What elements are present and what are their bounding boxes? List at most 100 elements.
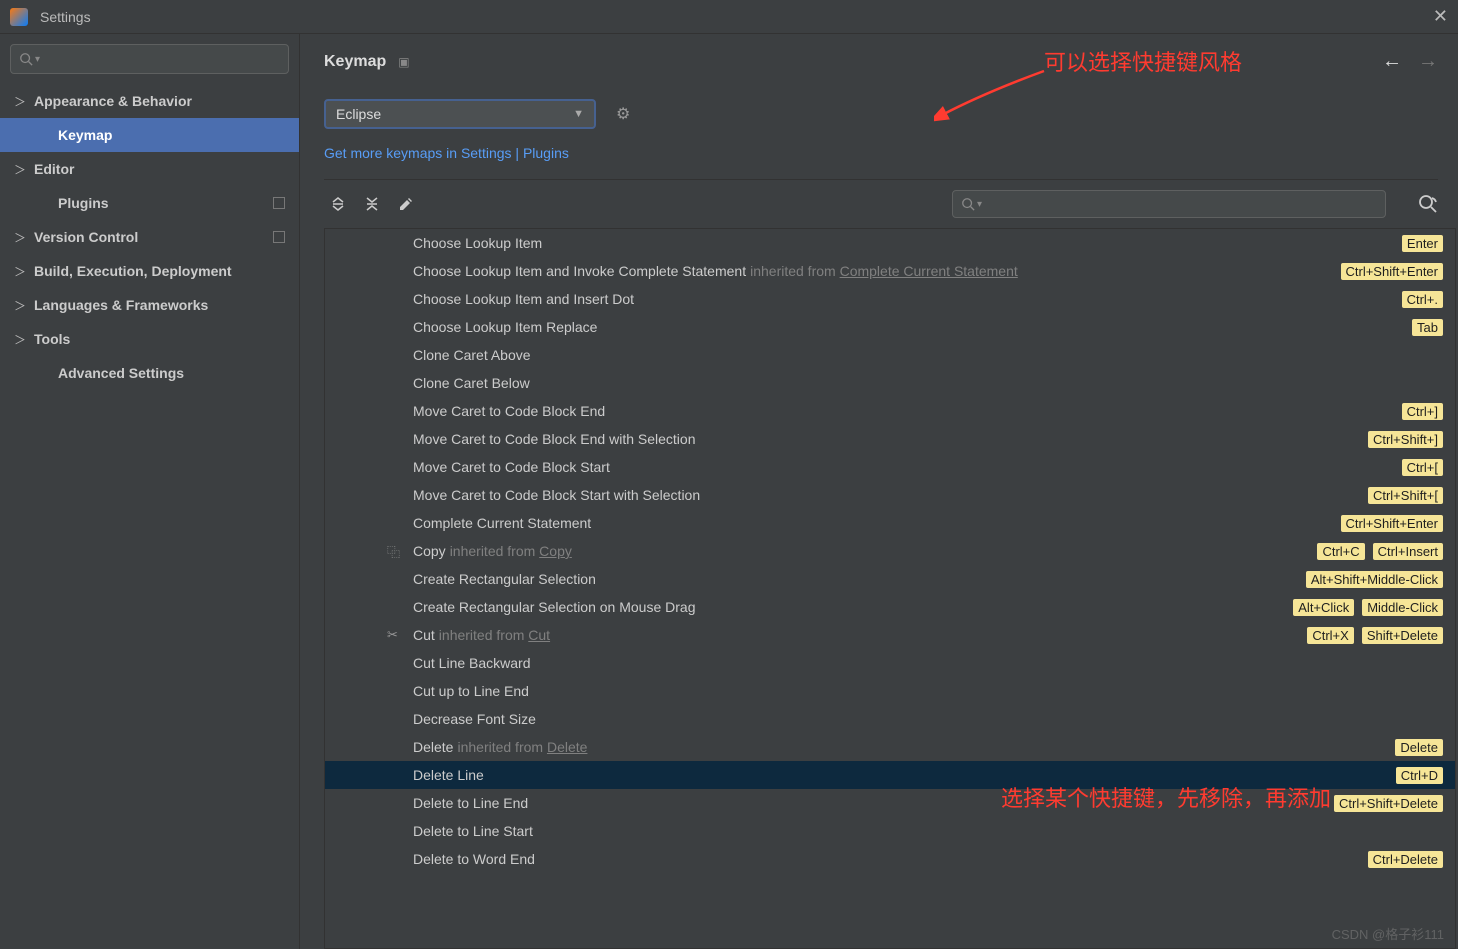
- action-row[interactable]: Cut up to Line End: [325, 677, 1455, 705]
- action-row[interactable]: Choose Lookup ItemEnter: [325, 229, 1455, 257]
- action-label: Create Rectangular Selection: [413, 571, 596, 587]
- shortcut-badge: Enter: [1402, 235, 1443, 252]
- shortcut-container: Ctrl+D: [1396, 767, 1443, 784]
- shortcut-badge: Ctrl+]: [1402, 403, 1443, 420]
- shortcut-badge: Ctrl+Shift+Delete: [1334, 795, 1443, 812]
- action-row[interactable]: Move Caret to Code Block Start with Sele…: [325, 481, 1455, 509]
- action-row[interactable]: ⿻Copy inherited from CopyCtrl+CCtrl+Inse…: [325, 537, 1455, 565]
- expand-all-icon[interactable]: [330, 196, 346, 212]
- nav-arrows: ← →: [1382, 50, 1438, 73]
- shortcut-badge: Ctrl+Shift+Enter: [1341, 263, 1444, 280]
- chevron-right-icon: ＞: [14, 297, 24, 314]
- shortcut-container: Ctrl+CCtrl+Insert: [1317, 543, 1443, 560]
- chevron-right-icon: ＞: [14, 229, 24, 246]
- action-row[interactable]: Clone Caret Below: [325, 369, 1455, 397]
- sidebar-item-version-control[interactable]: ＞ Version Control: [0, 220, 299, 254]
- action-row[interactable]: Delete to Word End Ctrl+Delete: [325, 845, 1455, 873]
- action-row[interactable]: Choose Lookup Item and Invoke Complete S…: [325, 257, 1455, 285]
- sidebar-item-advanced-settings[interactable]: Advanced Settings: [0, 356, 299, 390]
- shortcut-badge: Ctrl+.: [1402, 291, 1443, 308]
- shortcut-container: Ctrl+Shift+[: [1368, 487, 1443, 504]
- action-search-input[interactable]: ▾: [952, 190, 1386, 218]
- reset-icon[interactable]: ▣: [398, 55, 409, 69]
- action-label: Delete Line: [413, 767, 484, 783]
- action-row[interactable]: Move Caret to Code Block StartCtrl+[: [325, 453, 1455, 481]
- sidebar-item-keymap[interactable]: Keymap: [0, 118, 299, 152]
- shortcut-container: Ctrl+Delete: [1368, 851, 1443, 868]
- sidebar-item-build-execution-deployment[interactable]: ＞Build, Execution, Deployment: [0, 254, 299, 288]
- action-row[interactable]: Choose Lookup Item and Insert Dot Ctrl+.: [325, 285, 1455, 313]
- action-row[interactable]: Move Caret to Code Block End with Select…: [325, 425, 1455, 453]
- edit-icon[interactable]: [398, 196, 414, 212]
- watermark: CSDN @格子衫111: [1332, 924, 1444, 943]
- sidebar-item-label: Advanced Settings: [58, 365, 285, 381]
- shortcut-container: Tab: [1412, 319, 1443, 336]
- action-label: Cut up to Line End: [413, 683, 529, 699]
- action-row[interactable]: Create Rectangular Selection on Mouse Dr…: [325, 593, 1455, 621]
- collapse-all-icon[interactable]: [364, 196, 380, 212]
- shortcut-container: Ctrl+Shift+Enter: [1341, 515, 1444, 532]
- action-row[interactable]: Cut Line Backward: [325, 649, 1455, 677]
- shortcut-container: Alt+Shift+Middle-Click: [1306, 571, 1443, 588]
- action-row[interactable]: Delete to Line End Ctrl+Shift+Delete: [325, 789, 1455, 817]
- more-keymaps-link[interactable]: Get more keymaps in Settings | Plugins: [324, 145, 1458, 161]
- action-label: Decrease Font Size: [413, 711, 536, 727]
- titlebar: Settings ✕: [0, 0, 1458, 34]
- inherited-label: inherited from Complete Current Statemen…: [750, 263, 1018, 279]
- shortcut-container: Alt+ClickMiddle-Click: [1293, 599, 1443, 616]
- sidebar-item-label: Build, Execution, Deployment: [34, 263, 285, 279]
- sidebar-item-editor[interactable]: ＞Editor: [0, 152, 299, 186]
- keymap-dropdown[interactable]: Eclipse ▼: [324, 99, 596, 129]
- chevron-right-icon: ＞: [14, 161, 24, 178]
- shortcut-badge: Ctrl+X: [1307, 627, 1353, 644]
- action-label: Copy: [413, 543, 446, 559]
- action-row[interactable]: Decrease Font Size: [325, 705, 1455, 733]
- copy-icon: ⿻: [387, 542, 400, 561]
- sidebar-item-languages-frameworks[interactable]: ＞Languages & Frameworks: [0, 288, 299, 322]
- action-list[interactable]: Choose Lookup ItemEnter Choose Lookup Ite…: [324, 228, 1456, 949]
- action-row[interactable]: ✂Cut inherited from CutCtrl+XShift+Delet…: [325, 621, 1455, 649]
- shortcut-container: Ctrl+Shift+]: [1368, 431, 1443, 448]
- cut-icon: ✂: [387, 627, 398, 643]
- shortcut-container: Delete: [1395, 739, 1443, 756]
- action-row[interactable]: Delete Line Ctrl+D: [325, 761, 1455, 789]
- action-row[interactable]: Choose Lookup Item ReplaceTab: [325, 313, 1455, 341]
- shortcut-container: Ctrl+[: [1402, 459, 1443, 476]
- sidebar-search-input[interactable]: ▾: [10, 44, 289, 74]
- action-label: Delete to Line Start: [413, 823, 533, 839]
- action-row[interactable]: Clone Caret Above: [325, 341, 1455, 369]
- action-row[interactable]: Move Caret to Code Block End Ctrl+]: [325, 397, 1455, 425]
- sidebar-item-plugins[interactable]: Plugins: [0, 186, 299, 220]
- action-label: Move Caret to Code Block End: [413, 403, 605, 419]
- modified-indicator-icon: [273, 231, 285, 243]
- sidebar: ▾ ＞Appearance & BehaviorKeymap＞EditorPlu…: [0, 34, 300, 949]
- find-shortcut-icon[interactable]: [1418, 194, 1438, 214]
- sidebar-item-tools[interactable]: ＞Tools: [0, 322, 299, 356]
- action-row[interactable]: Delete inherited from DeleteDelete: [325, 733, 1455, 761]
- sidebar-item-appearance-behavior[interactable]: ＞Appearance & Behavior: [0, 84, 299, 118]
- action-label: Delete to Line End: [413, 795, 528, 811]
- shortcut-badge: Ctrl+Shift+Enter: [1341, 515, 1444, 532]
- toolbar: ▾: [324, 180, 1458, 228]
- action-label: Choose Lookup Item and Invoke Complete S…: [413, 263, 746, 279]
- shortcut-container: Enter: [1402, 235, 1443, 252]
- nav-forward-icon: →: [1418, 50, 1438, 73]
- action-label: Delete to Word End: [413, 851, 535, 867]
- action-label: Choose Lookup Item and Insert Dot: [413, 291, 634, 307]
- close-icon[interactable]: ✕: [1433, 6, 1448, 27]
- action-row[interactable]: Delete to Line Start: [325, 817, 1455, 845]
- chevron-right-icon: ＞: [14, 331, 24, 348]
- inherited-label: inherited from Cut: [439, 627, 550, 643]
- gear-icon[interactable]: ⚙: [616, 104, 630, 124]
- action-label: Clone Caret Above: [413, 347, 531, 363]
- nav-back-icon[interactable]: ←: [1382, 50, 1402, 73]
- sidebar-item-label: Version Control: [34, 229, 273, 245]
- shortcut-container: Ctrl+Shift+Enter: [1341, 263, 1444, 280]
- sidebar-item-label: Appearance & Behavior: [34, 93, 285, 109]
- action-row[interactable]: Complete Current StatementCtrl+Shift+Ent…: [325, 509, 1455, 537]
- keymap-dropdown-value: Eclipse: [336, 106, 381, 122]
- window-title: Settings: [40, 9, 91, 25]
- shortcut-badge: Tab: [1412, 319, 1443, 336]
- app-logo: [10, 8, 28, 26]
- action-row[interactable]: Create Rectangular Selection Alt+Shift+Mi…: [325, 565, 1455, 593]
